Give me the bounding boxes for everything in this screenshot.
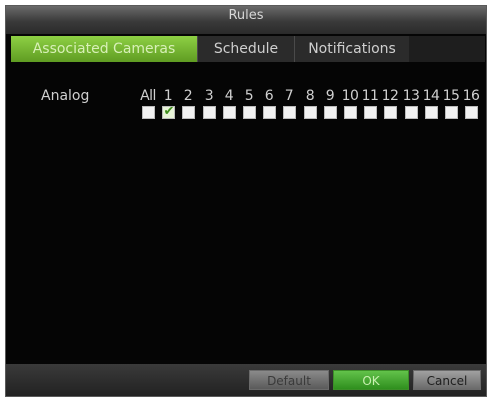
camera-11-checkbox[interactable]	[363, 106, 377, 119]
camera-1-label: 1	[163, 88, 173, 104]
camera-15-checkbox[interactable]	[444, 106, 458, 119]
camera-6-checkbox[interactable]	[262, 106, 276, 119]
camera-14-label: 14	[422, 88, 440, 104]
camera-9-label: 9	[325, 88, 335, 104]
camera-3-label: 3	[204, 88, 214, 104]
camera-10-checkbox[interactable]	[343, 106, 357, 119]
camera-14-checkbox[interactable]	[424, 106, 438, 119]
camera-13-label: 13	[402, 88, 420, 104]
dialog-title: Rules	[228, 8, 264, 23]
camera-16-label: 16	[462, 88, 480, 104]
camera-15-column: 15	[442, 88, 460, 119]
camera-5-label: 5	[244, 88, 254, 104]
camera-15-label: 15	[442, 88, 460, 104]
camera-8-label: 8	[305, 88, 315, 104]
camera-7-column: 7	[280, 88, 298, 119]
cancel-button[interactable]: Cancel	[413, 370, 481, 390]
tab-schedule[interactable]: Schedule	[197, 36, 294, 62]
camera-6-column: 6	[260, 88, 278, 119]
camera-2-checkbox[interactable]	[181, 106, 195, 119]
camera-12-label: 12	[381, 88, 399, 104]
tab-associated-cameras[interactable]: Associated Cameras	[11, 36, 197, 62]
footer-bar: Default OK Cancel	[6, 364, 486, 396]
camera-13-column: 13	[402, 88, 420, 119]
tab-bar: Associated Cameras Schedule Notification…	[11, 36, 485, 62]
tab-bar-filler	[409, 36, 485, 62]
camera-3-checkbox[interactable]	[202, 106, 216, 119]
camera-3-column: 3	[200, 88, 218, 119]
analog-row-label: Analog	[41, 88, 90, 104]
camera-14-column: 14	[422, 88, 440, 119]
camera-8-checkbox[interactable]	[303, 106, 317, 119]
camera-11-label: 11	[361, 88, 379, 104]
camera-1-column: 1 ✔	[159, 88, 177, 119]
camera-7-checkbox[interactable]	[282, 106, 296, 119]
camera-16-column: 16	[462, 88, 480, 119]
rules-dialog: Rules Associated Cameras Schedule Notifi…	[5, 5, 487, 397]
camera-2-column: 2	[179, 88, 197, 119]
camera-all-column: All	[139, 88, 157, 119]
camera-9-column: 9	[321, 88, 339, 119]
associated-cameras-panel: Analog All 1 ✔ 2 3 4 5 6 7 8 9 10 11 12 13 14 15 16	[11, 62, 481, 362]
camera-9-checkbox[interactable]	[323, 106, 337, 119]
tab-notifications[interactable]: Notifications	[294, 36, 409, 62]
camera-12-checkbox[interactable]	[383, 106, 397, 119]
ok-button[interactable]: OK	[333, 370, 409, 390]
camera-5-column: 5	[240, 88, 258, 119]
camera-12-column: 12	[381, 88, 399, 119]
camera-all-label: All	[140, 88, 156, 104]
camera-13-checkbox[interactable]	[404, 106, 418, 119]
camera-4-checkbox[interactable]	[222, 106, 236, 119]
camera-10-label: 10	[341, 88, 359, 104]
camera-all-checkbox[interactable]	[141, 106, 155, 119]
camera-5-checkbox[interactable]	[242, 106, 256, 119]
camera-16-checkbox[interactable]	[464, 106, 478, 119]
camera-11-column: 11	[361, 88, 379, 119]
screen: Rules Associated Cameras Schedule Notifi…	[0, 0, 490, 399]
title-bar: Rules	[6, 6, 486, 34]
camera-1-checkbox[interactable]: ✔	[161, 104, 175, 119]
camera-4-label: 4	[224, 88, 234, 104]
camera-7-label: 7	[284, 88, 294, 104]
camera-6-label: 6	[264, 88, 274, 104]
checkmark-icon: ✔	[163, 104, 175, 119]
camera-4-column: 4	[220, 88, 238, 119]
camera-8-column: 8	[301, 88, 319, 119]
default-button[interactable]: Default	[249, 370, 329, 390]
camera-2-label: 2	[183, 88, 193, 104]
camera-10-column: 10	[341, 88, 359, 119]
